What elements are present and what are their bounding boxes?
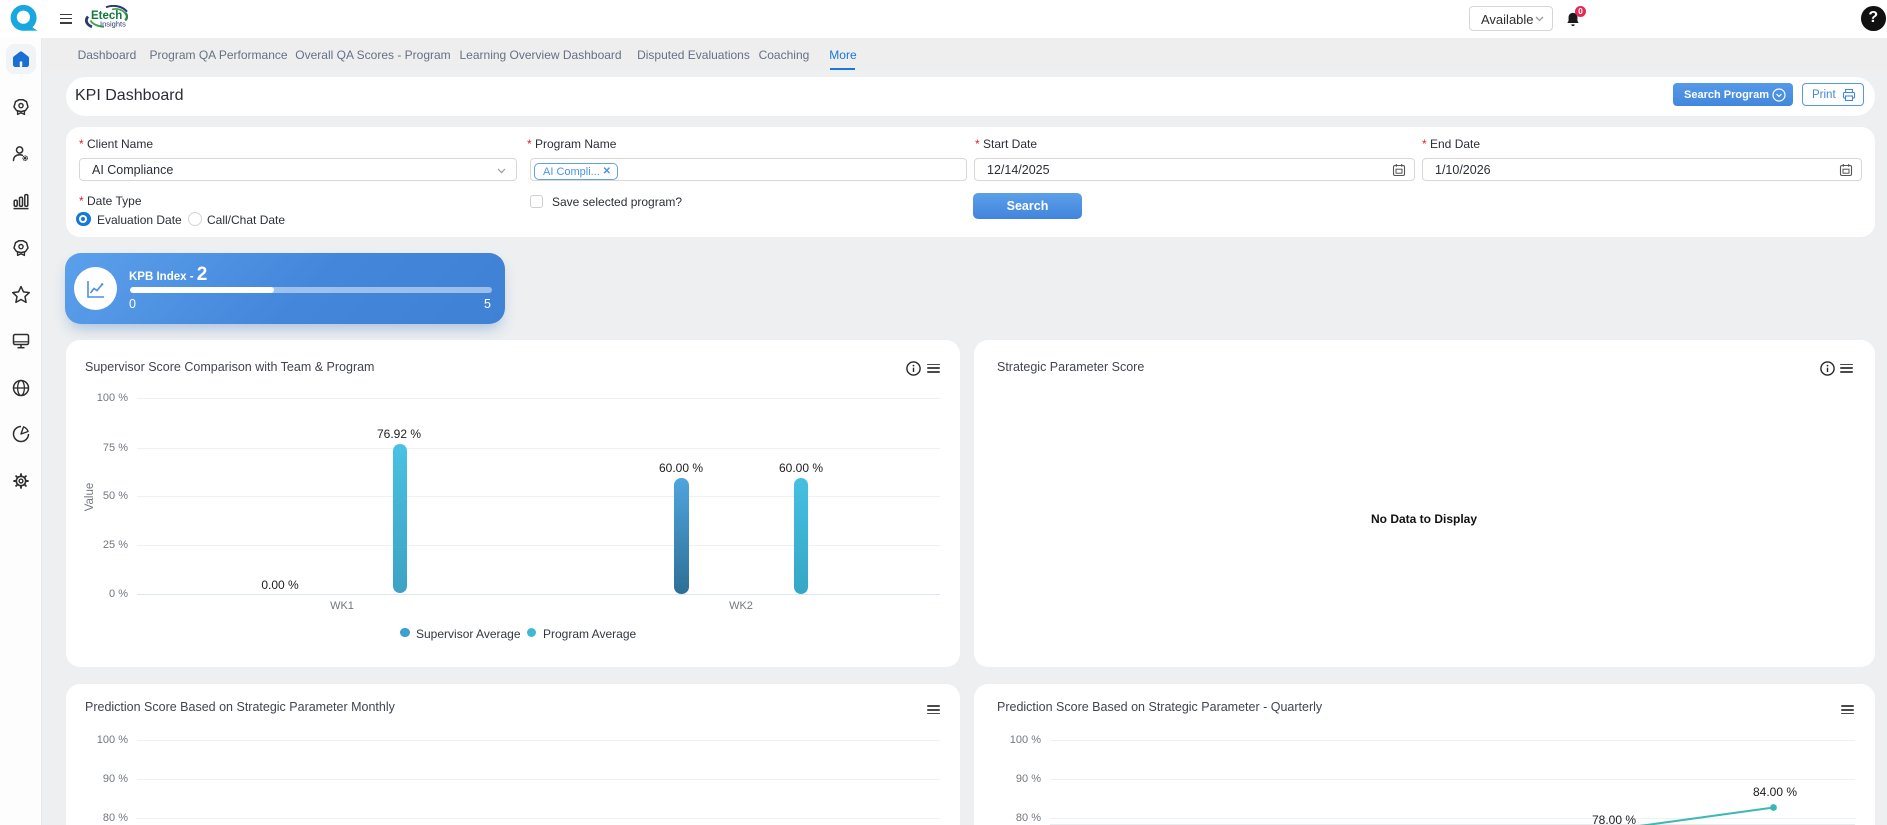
svg-text:Insights: Insights bbox=[100, 20, 126, 29]
